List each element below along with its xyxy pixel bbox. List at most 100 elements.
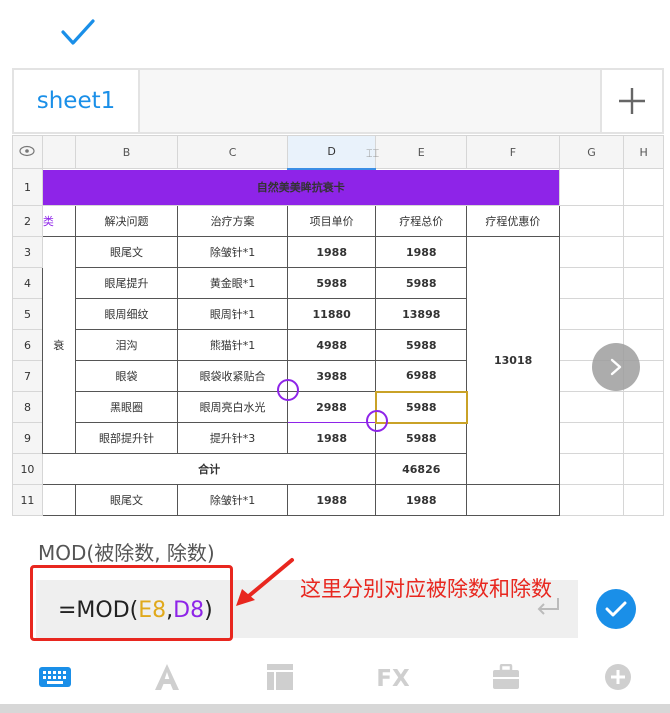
select-all-corner[interactable] xyxy=(12,135,43,169)
row-header[interactable]: 3 xyxy=(12,236,43,268)
cell[interactable]: 11880 xyxy=(286,298,377,330)
function-tool[interactable]: FX xyxy=(376,660,410,694)
next-page-button[interactable] xyxy=(592,343,640,391)
cell[interactable]: 5988 xyxy=(375,329,468,361)
confirm-formula-button[interactable] xyxy=(596,589,636,629)
cell[interactable]: 5988 xyxy=(375,422,468,454)
cell[interactable]: 熊猫针*1 xyxy=(177,329,288,361)
cell[interactable]: 除皱针*1 xyxy=(177,484,288,516)
cell[interactable]: 1988 xyxy=(286,484,377,516)
cell[interactable]: 4988 xyxy=(286,329,377,361)
toolbox-tool[interactable] xyxy=(490,660,522,694)
cell[interactable]: 眼尾提升 xyxy=(74,267,179,299)
row-header[interactable]: 4 xyxy=(12,267,43,299)
cell-e8-dividend[interactable]: 5988 xyxy=(374,390,468,424)
column-header-e[interactable]: E xyxy=(375,135,468,169)
insert-tool[interactable] xyxy=(602,660,634,694)
row-header[interactable]: 7 xyxy=(12,360,43,392)
cell[interactable] xyxy=(623,168,664,206)
row-header[interactable]: 8 xyxy=(12,391,43,423)
row-header[interactable]: 5 xyxy=(12,298,43,330)
cell[interactable]: 5988 xyxy=(375,267,468,299)
cell[interactable] xyxy=(558,267,625,299)
row-header[interactable]: 2 xyxy=(12,205,43,237)
row-header[interactable]: 1 xyxy=(12,168,43,206)
column-header-g[interactable]: G xyxy=(558,135,625,169)
column-header-a[interactable] xyxy=(41,135,76,169)
cell[interactable] xyxy=(623,267,664,299)
cell[interactable] xyxy=(623,236,664,268)
cell[interactable] xyxy=(558,168,625,206)
cell[interactable] xyxy=(558,205,625,237)
total-label-cell[interactable]: 合计 xyxy=(41,453,377,485)
done-check-icon[interactable] xyxy=(58,12,98,52)
cell[interactable]: 眼周细纹 xyxy=(74,298,179,330)
column-header-b[interactable]: B xyxy=(74,135,179,169)
cell[interactable]: 眼袋 xyxy=(74,360,179,392)
column-header-d[interactable]: D xyxy=(286,135,377,170)
cell[interactable] xyxy=(558,453,625,485)
cell[interactable] xyxy=(558,422,625,454)
cell[interactable] xyxy=(558,484,625,516)
row-header[interactable]: 9 xyxy=(12,422,43,454)
cell[interactable]: 眼袋收紧贴合 xyxy=(177,360,288,392)
keyboard-tool[interactable] xyxy=(38,660,72,694)
cell[interactable]: 6988 xyxy=(375,360,468,392)
cell[interactable]: 泪沟 xyxy=(74,329,179,361)
cell[interactable]: 眼部提升针 xyxy=(74,422,179,454)
cell-d8-divisor[interactable]: 2988 xyxy=(286,391,377,423)
column-header-h[interactable]: H xyxy=(623,135,664,169)
sheet-tab-bar: sheet1 xyxy=(12,68,664,134)
row-header[interactable]: 6 xyxy=(12,329,43,361)
cell[interactable]: 1988 xyxy=(375,484,468,516)
cell[interactable]: 眼尾文 xyxy=(74,236,179,268)
cell[interactable] xyxy=(623,205,664,237)
cell[interactable] xyxy=(623,422,664,454)
column-header-c[interactable]: C xyxy=(177,135,288,169)
cell[interactable]: 5988 xyxy=(286,267,377,299)
selection-handle-start[interactable] xyxy=(277,379,299,401)
cell[interactable] xyxy=(41,484,76,516)
title-cell[interactable]: 自然美美眸抗衰卡 xyxy=(41,168,560,206)
cell[interactable]: 1988 xyxy=(375,236,468,268)
cell[interactable] xyxy=(558,391,625,423)
cell[interactable]: 13898 xyxy=(375,298,468,330)
text-format-tool[interactable] xyxy=(150,660,184,694)
total-value-cell[interactable]: 46826 xyxy=(375,453,468,485)
row-header[interactable]: 10 xyxy=(12,453,43,485)
cell[interactable]: 1988 xyxy=(286,422,377,454)
spreadsheet-grid[interactable]: B C D E F G H 1 自然美美眸抗衰卡 2 类 解决问题 治疗方案 项… xyxy=(12,135,664,521)
cell[interactable]: 1988 xyxy=(286,236,377,268)
cell[interactable] xyxy=(466,484,560,516)
cell[interactable]: 黑眼圈 xyxy=(74,391,179,423)
cell[interactable]: 眼尾文 xyxy=(74,484,179,516)
cell[interactable]: 提升针*3 xyxy=(177,422,288,454)
cell[interactable]: 类 xyxy=(41,205,76,237)
add-sheet-button[interactable] xyxy=(600,70,662,132)
cell[interactable] xyxy=(623,391,664,423)
column-header-f[interactable]: F xyxy=(466,135,560,169)
column-resize-icon[interactable]: ⌶⌶ xyxy=(366,147,384,161)
cell[interactable]: 眼周针*1 xyxy=(177,298,288,330)
cell[interactable] xyxy=(623,298,664,330)
top-bar xyxy=(0,0,670,68)
cell[interactable]: 黄金眼*1 xyxy=(177,267,288,299)
sheet-tab-active[interactable]: sheet1 xyxy=(14,70,140,132)
cell-format-tool[interactable] xyxy=(264,660,296,694)
header-cell[interactable]: 治疗方案 xyxy=(177,205,288,237)
header-cell[interactable]: 疗程优惠价 xyxy=(466,205,560,237)
cell[interactable]: 3988 xyxy=(286,360,377,392)
cell[interactable]: 除皱针*1 xyxy=(177,236,288,268)
row-header[interactable]: 11 xyxy=(12,484,43,516)
header-cell[interactable]: 解决问题 xyxy=(74,205,179,237)
header-cell[interactable]: 疗程总价 xyxy=(375,205,468,237)
cell[interactable]: 眼周亮白水光 xyxy=(177,391,288,423)
cell[interactable] xyxy=(623,453,664,485)
category-cell[interactable]: 衰 xyxy=(41,236,76,454)
cell[interactable] xyxy=(558,236,625,268)
cell[interactable] xyxy=(623,484,664,516)
discount-price-cell[interactable]: 13018 xyxy=(466,236,560,485)
cell[interactable] xyxy=(558,298,625,330)
selection-handle-end[interactable] xyxy=(366,410,388,432)
header-cell[interactable]: 项目单价 xyxy=(286,205,377,237)
